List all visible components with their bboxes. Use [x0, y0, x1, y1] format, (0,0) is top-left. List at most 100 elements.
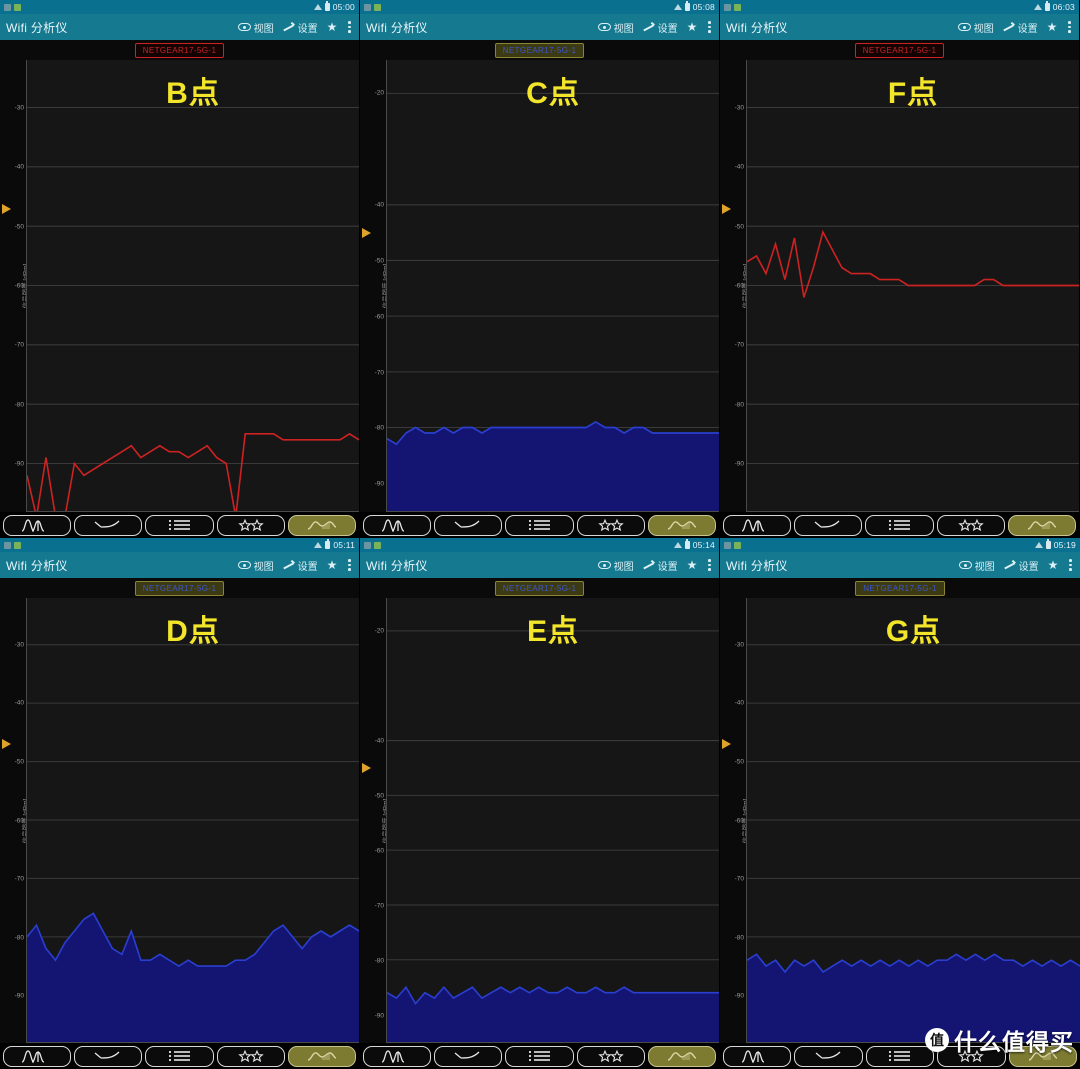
- favorite-star-icon[interactable]: ★: [1047, 21, 1058, 33]
- toolbar-button-access-points[interactable]: [216, 514, 285, 536]
- view-button-label: 视图: [973, 23, 994, 35]
- y-axis-tick: -30: [14, 641, 24, 649]
- y-axis-tick: -50: [734, 223, 744, 231]
- y-axis-tick: -70: [14, 875, 24, 883]
- two-peaks-icon: [380, 1049, 414, 1063]
- toolbar-button-time-graph[interactable]: [794, 514, 863, 536]
- toolbar-button-signal-meter[interactable]: [647, 514, 717, 536]
- toolbar-button-signal-meter[interactable]: [287, 514, 357, 536]
- toolbar-button-channel-graph[interactable]: [363, 1045, 432, 1067]
- toolbar-button-channel-rating[interactable]: [505, 514, 574, 536]
- app-header: Wifi 分析仪 视图 设置 ★: [0, 14, 359, 40]
- toolbar-button-time-graph[interactable]: [434, 514, 503, 536]
- toolbar-button-access-points[interactable]: [576, 514, 645, 536]
- overflow-menu-icon[interactable]: [706, 21, 713, 33]
- toolbar-button-time-graph[interactable]: [74, 514, 143, 536]
- view-button[interactable]: 视图: [958, 558, 995, 573]
- toolbar-button-access-points[interactable]: [576, 1045, 645, 1067]
- favorite-star-icon[interactable]: ★: [327, 21, 338, 33]
- y-axis-tick: -90: [14, 992, 24, 1000]
- favorite-star-icon[interactable]: ★: [327, 559, 338, 571]
- ssid-chip[interactable]: NETGEAR17-5G-1: [134, 42, 225, 58]
- settings-button[interactable]: 设置: [643, 20, 678, 35]
- overflow-menu-icon[interactable]: [1067, 559, 1074, 571]
- pencil-icon: [643, 560, 655, 570]
- toolbar-button-signal-meter[interactable]: [287, 1045, 357, 1067]
- toolbar-button-access-points[interactable]: [936, 514, 1005, 536]
- toolbar-button-channel-rating[interactable]: [145, 514, 214, 536]
- view-button[interactable]: 视图: [237, 558, 274, 573]
- favorite-star-icon[interactable]: ★: [1048, 559, 1059, 571]
- plot-area[interactable]: C点: [386, 60, 719, 512]
- favorite-star-icon[interactable]: ★: [687, 559, 698, 571]
- toolbar-button-signal-meter[interactable]: [1007, 514, 1077, 536]
- status-bar-clock: 05:00: [332, 2, 355, 12]
- overflow-menu-icon[interactable]: [346, 21, 353, 33]
- screenshot-icon: [374, 3, 381, 11]
- favorite-star-icon[interactable]: ★: [687, 21, 698, 33]
- view-button[interactable]: 视图: [597, 20, 634, 35]
- plot-area[interactable]: F点: [746, 60, 1079, 512]
- signal-trace-chart: [747, 106, 1079, 465]
- wifi-analyzer-panel-D: 05:11Wifi 分析仪视图设置★NETGEAR17-5G-1信号强度 [dB…: [0, 538, 360, 1069]
- toolbar-button-channel-rating[interactable]: [145, 1045, 214, 1067]
- toolbar-button-channel-graph[interactable]: [3, 514, 72, 536]
- toolbar-button-channel-rating[interactable]: [865, 1045, 935, 1067]
- toolbar-button-channel-rating[interactable]: [865, 514, 934, 536]
- ssid-chip-row: NETGEAR17-5G-1: [720, 40, 1079, 60]
- signal-plot: 信号强度 [dBm]-30-40-50-60-70-80-90G点: [720, 598, 1080, 1043]
- ssid-chip[interactable]: NETGEAR17-5G-1: [494, 580, 585, 596]
- ssid-chip[interactable]: NETGEAR17-5G-1: [854, 42, 945, 58]
- wifi-signal-icon: [673, 542, 682, 548]
- overflow-menu-icon[interactable]: [346, 559, 353, 571]
- app-title: Wifi 分析仪: [366, 20, 428, 35]
- toolbar-button-time-graph[interactable]: [794, 1045, 863, 1067]
- plot-area[interactable]: B点: [26, 60, 359, 512]
- plot-area[interactable]: G点: [746, 598, 1080, 1043]
- settings-button[interactable]: 设置: [283, 558, 318, 573]
- toolbar-button-signal-meter[interactable]: [1008, 1045, 1078, 1067]
- settings-button[interactable]: 设置: [1003, 20, 1038, 35]
- ssid-chip[interactable]: NETGEAR17-5G-1: [855, 580, 945, 596]
- toolbar-button-time-graph[interactable]: [434, 1045, 503, 1067]
- y-axis-tick: -90: [734, 992, 744, 1000]
- ssid-chip[interactable]: NETGEAR17-5G-1: [134, 580, 225, 596]
- view-button[interactable]: 视图: [597, 558, 634, 573]
- status-bar-clock: 06:03: [1052, 2, 1075, 12]
- battery-icon: [325, 539, 331, 549]
- y-axis: 信号强度 [dBm]-30-40-50-60-70-80-90: [720, 598, 749, 1043]
- toolbar-button-channel-graph[interactable]: [723, 514, 792, 536]
- y-axis-tick: -50: [14, 223, 24, 231]
- settings-button[interactable]: 设置: [643, 558, 678, 573]
- bottom-toolbar: [0, 1043, 359, 1069]
- notification-icon: [364, 3, 371, 11]
- toolbar-button-channel-graph[interactable]: [723, 1045, 792, 1067]
- notification-icon: [4, 541, 11, 549]
- ssid-chip[interactable]: NETGEAR17-5G-1: [494, 42, 585, 58]
- arc-curve-icon: [451, 1049, 485, 1063]
- plot-area[interactable]: E点: [386, 598, 719, 1043]
- toolbar-button-time-graph[interactable]: [74, 1045, 143, 1067]
- y-axis-tick: -80: [14, 401, 24, 409]
- overflow-menu-icon[interactable]: [706, 559, 713, 571]
- toolbar-button-access-points[interactable]: [937, 1045, 1006, 1067]
- plot-area[interactable]: D点: [26, 598, 359, 1043]
- toolbar-button-channel-graph[interactable]: [363, 514, 432, 536]
- y-axis: 信号强度 [dBm]-20-40-50-60-70-80-90: [360, 60, 389, 512]
- app-header: Wifi 分析仪 视图 设置 ★: [360, 14, 719, 40]
- toolbar-button-signal-meter[interactable]: [647, 1045, 717, 1067]
- signal-cursor-marker: [722, 739, 731, 750]
- y-axis-tick: -90: [734, 460, 744, 468]
- view-button[interactable]: 视图: [237, 20, 274, 35]
- signal-trace-icon: [1026, 1049, 1060, 1063]
- view-button-label: 视图: [253, 561, 274, 573]
- toolbar-button-channel-rating[interactable]: [505, 1045, 574, 1067]
- toolbar-button-channel-graph[interactable]: [3, 1045, 72, 1067]
- view-button[interactable]: 视图: [957, 20, 994, 35]
- eye-icon: [957, 23, 971, 31]
- overflow-menu-icon[interactable]: [1066, 21, 1073, 33]
- toolbar-button-access-points[interactable]: [216, 1045, 285, 1067]
- settings-button[interactable]: 设置: [1004, 558, 1039, 573]
- eye-icon: [597, 561, 611, 569]
- settings-button[interactable]: 设置: [283, 20, 318, 35]
